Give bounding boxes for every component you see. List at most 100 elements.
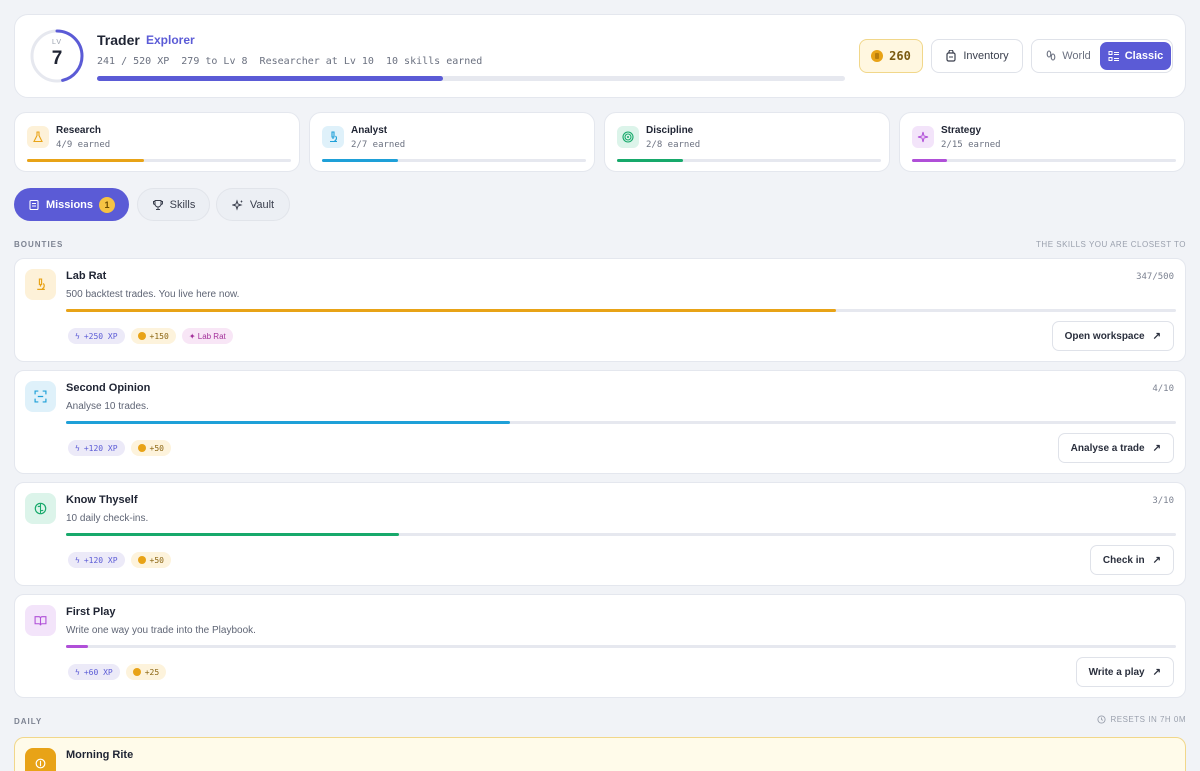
bounty-progress-fill bbox=[66, 421, 510, 424]
bounty-progress-bar bbox=[66, 309, 1176, 312]
bounty-title: Know Thyself bbox=[66, 494, 138, 506]
arrow-up-right-icon: ↗ bbox=[1152, 554, 1161, 566]
bolt-icon: ϟ bbox=[75, 443, 80, 453]
button-label: Open workspace bbox=[1064, 330, 1145, 342]
tab-vault[interactable]: Vault bbox=[216, 188, 290, 221]
category-name: Analyst bbox=[351, 125, 388, 136]
coin-reward-chip: +150 bbox=[130, 328, 176, 344]
category-progress-bar bbox=[912, 159, 1176, 162]
flask-icon bbox=[27, 126, 49, 148]
category-name: Discipline bbox=[646, 125, 694, 136]
bounty-title: Lab Rat bbox=[66, 270, 107, 282]
bounties-subheading: THE SKILLS YOU ARE CLOSEST TO bbox=[1036, 240, 1186, 249]
bounty-progress-fill bbox=[66, 533, 399, 536]
category-progress-fill bbox=[27, 159, 145, 162]
bounty-progress-text: 3/10 bbox=[1152, 496, 1174, 506]
level-ring: LV 7 bbox=[29, 28, 85, 84]
check-in-button[interactable]: Check in ↗ bbox=[1089, 545, 1174, 575]
tab-missions[interactable]: Missions 1 bbox=[14, 188, 129, 221]
missions-count-badge: 1 bbox=[99, 196, 116, 213]
coin-icon bbox=[137, 556, 146, 564]
category-name: Research bbox=[56, 125, 102, 136]
category-count: 4/9 earned bbox=[56, 140, 111, 150]
coin-reward: +50 bbox=[149, 555, 164, 565]
coin-reward-chip: +25 bbox=[125, 664, 167, 680]
bounty-title: Second Opinion bbox=[66, 382, 151, 394]
target-icon bbox=[617, 126, 639, 148]
bounties-heading: BOUNTIES bbox=[14, 240, 64, 249]
coin-icon bbox=[137, 444, 146, 452]
classic-view-button[interactable]: Classic bbox=[1100, 42, 1171, 70]
category-progress-fill bbox=[912, 159, 948, 162]
bounty-description: Write one way you trade into the Playboo… bbox=[66, 625, 256, 636]
coin-reward: +150 bbox=[149, 331, 169, 341]
bounty-description: 500 backtest trades. You live here now. bbox=[66, 289, 240, 300]
level-label: LV bbox=[51, 39, 63, 46]
tab-skills-label: Skills bbox=[169, 198, 196, 211]
coin-reward-chip: +50 bbox=[130, 440, 171, 456]
bounty-progress-bar bbox=[66, 421, 1176, 424]
book-icon bbox=[25, 605, 56, 636]
coin-icon bbox=[137, 332, 146, 340]
bounty-progress-fill bbox=[66, 645, 89, 648]
category-progress-fill bbox=[617, 159, 683, 162]
analyse-trade-button[interactable]: Analyse a trade ↗ bbox=[1057, 433, 1174, 463]
sparkles-icon bbox=[231, 198, 244, 211]
view-toggle: World Classic bbox=[1031, 39, 1173, 73]
button-label: Check in bbox=[1102, 554, 1145, 566]
coin-balance[interactable]: 260 bbox=[859, 39, 923, 73]
microscope-icon bbox=[322, 126, 344, 148]
button-label: Write a play bbox=[1088, 666, 1145, 678]
tab-vault-label: Vault bbox=[249, 198, 275, 211]
category-progress-bar bbox=[617, 159, 881, 162]
arrow-up-right-icon: ↗ bbox=[1152, 666, 1161, 678]
inventory-button[interactable]: Inventory bbox=[931, 39, 1023, 73]
open-workspace-button[interactable]: Open workspace ↗ bbox=[1051, 321, 1174, 351]
write-play-button[interactable]: Write a play ↗ bbox=[1075, 657, 1174, 687]
profile-title: Trader bbox=[97, 32, 140, 48]
coin-icon bbox=[871, 50, 884, 62]
list-icon bbox=[1108, 51, 1119, 61]
category-count: 2/15 earned bbox=[941, 140, 1001, 150]
xp-stats: 241 / 520 XP 279 to Lv 8 Researcher at L… bbox=[97, 56, 483, 67]
bounty-title: First Play bbox=[66, 606, 116, 618]
inventory-label: Inventory bbox=[963, 50, 1009, 62]
level-number: 7 bbox=[51, 48, 63, 69]
xp-reward: +120 XP bbox=[83, 555, 118, 565]
bounty-progress-bar bbox=[66, 533, 1176, 536]
category-card-analyst[interactable]: Analyst 2/7 earned bbox=[309, 112, 595, 172]
arrow-up-right-icon: ↗ bbox=[1152, 330, 1161, 342]
clock-icon bbox=[1097, 715, 1107, 724]
reset-text: RESETS IN 7H 0M bbox=[1110, 715, 1186, 724]
bounty-card-second-opinion: Second Opinion Analyse 10 trades. 4/10 ϟ… bbox=[14, 370, 1186, 474]
xp-reward: +60 XP bbox=[83, 667, 113, 677]
trophy-icon bbox=[152, 199, 163, 210]
bag-icon bbox=[946, 50, 956, 62]
category-card-discipline[interactable]: Discipline 2/8 earned bbox=[604, 112, 890, 172]
profile-header: LV 7 Trader Explorer 241 / 520 XP 279 to… bbox=[14, 14, 1186, 98]
daily-card-morning-rite: Morning Rite bbox=[14, 737, 1186, 771]
bounty-progress-text: 4/10 bbox=[1152, 384, 1174, 394]
coin-icon bbox=[132, 668, 141, 676]
bounty-card-lab-rat: Lab Rat 500 backtest trades. You live he… bbox=[14, 258, 1186, 362]
sparkle-icon bbox=[912, 126, 934, 148]
category-card-research[interactable]: Research 4/9 earned bbox=[14, 112, 300, 172]
scroll-icon bbox=[29, 199, 39, 210]
xp-reward: +250 XP bbox=[83, 331, 118, 341]
daily-reset-timer: RESETS IN 7H 0M bbox=[1097, 715, 1186, 724]
daily-heading: DAILY bbox=[14, 717, 43, 726]
bounty-description: Analyse 10 trades. bbox=[66, 401, 149, 412]
xp-reward-chip: ϟ +60 XP bbox=[68, 664, 120, 680]
classic-label: Classic bbox=[1124, 50, 1164, 62]
xp-reward-chip: ϟ +120 XP bbox=[68, 440, 125, 456]
xp-progress-bar bbox=[97, 76, 845, 81]
microscope-icon bbox=[25, 269, 56, 300]
xp-progress-fill bbox=[97, 76, 444, 81]
sun-icon bbox=[25, 748, 56, 771]
coin-reward: +50 bbox=[149, 443, 164, 453]
tab-skills[interactable]: Skills bbox=[137, 188, 210, 221]
bolt-icon: ϟ bbox=[75, 331, 80, 341]
bounty-card-know-thyself: Know Thyself 10 daily check-ins. 3/10 ϟ +… bbox=[14, 482, 1186, 586]
world-view-button[interactable]: World bbox=[1036, 43, 1100, 69]
category-card-strategy[interactable]: Strategy 2/15 earned bbox=[899, 112, 1185, 172]
